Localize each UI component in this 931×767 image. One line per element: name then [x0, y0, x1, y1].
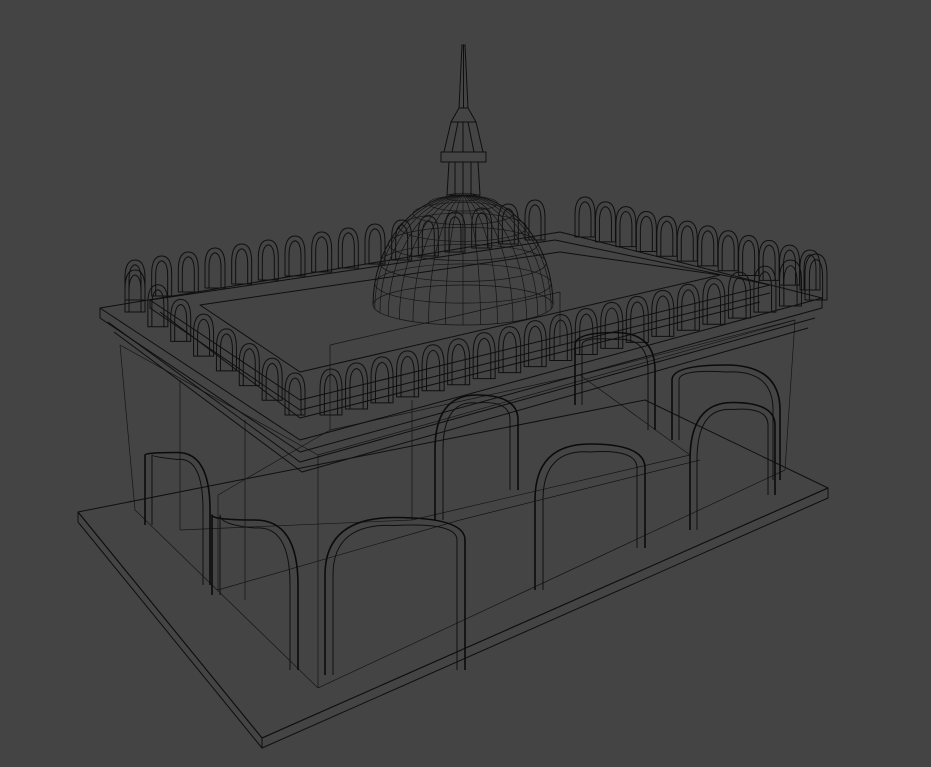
merlon	[676, 220, 698, 262]
merlon	[311, 231, 333, 273]
merlon-inner	[681, 289, 696, 331]
merlon-inner	[639, 215, 653, 252]
merlon-inner	[315, 236, 329, 272]
merlon-inner	[553, 319, 568, 361]
arch-frame	[542, 451, 638, 590]
merlon-inner	[742, 239, 756, 276]
merlon-inner	[578, 201, 592, 237]
merlon-inner	[598, 206, 612, 242]
merlon	[337, 227, 359, 269]
merlon-inner	[528, 204, 542, 240]
parapet-merlons	[124, 196, 828, 416]
merlon	[177, 251, 199, 293]
merlon-inner	[655, 295, 670, 337]
merlon	[574, 196, 596, 238]
arch-frame	[332, 524, 458, 675]
arch-frame	[581, 338, 649, 430]
dome-longitude	[462, 194, 527, 320]
merlon-inner	[701, 230, 715, 266]
merlon	[753, 265, 777, 313]
arcade-arches	[144, 331, 781, 675]
merlon-inner	[528, 325, 543, 367]
merlon	[151, 255, 173, 297]
central-dome	[372, 192, 554, 326]
wireframe-model	[77, 44, 829, 749]
merlon	[738, 235, 760, 277]
dome-finial	[440, 44, 487, 196]
merlon	[615, 206, 637, 248]
merlon	[231, 243, 253, 285]
merlon	[656, 215, 678, 257]
merlon	[778, 259, 802, 307]
merlon-inner	[128, 274, 142, 312]
merlon-inner	[288, 240, 302, 276]
merlon-inner	[197, 318, 211, 357]
merlon	[594, 201, 616, 243]
merlon	[702, 277, 726, 325]
merlon	[717, 230, 739, 272]
merlon-inner	[721, 235, 735, 271]
merlon	[697, 225, 719, 267]
arch-frame	[324, 516, 466, 675]
merlon	[124, 259, 146, 301]
merlon-inner	[261, 244, 275, 280]
arch-frame	[696, 408, 769, 530]
merlon-inner	[208, 252, 222, 288]
merlon	[549, 314, 573, 362]
merlon	[635, 210, 657, 252]
3d-viewport[interactable]	[0, 0, 931, 767]
merlon-inner	[660, 220, 674, 257]
merlon-inner	[619, 210, 633, 247]
merlon	[498, 326, 522, 374]
merlon-inner	[680, 225, 694, 262]
merlon-inner	[448, 216, 462, 252]
merlon	[257, 239, 279, 281]
arch-frame	[211, 514, 299, 670]
merlon-inner	[341, 232, 355, 268]
arch-frame	[151, 454, 204, 585]
merlon-inner	[706, 283, 721, 325]
merlon-inner	[368, 228, 382, 264]
merlon	[124, 269, 146, 313]
merlon-inner	[757, 271, 773, 313]
merlon-inner	[181, 256, 195, 292]
merlon-inner	[475, 212, 489, 248]
arch-frame	[219, 514, 291, 670]
merlon-inner	[235, 248, 249, 284]
merlon-inner	[604, 307, 619, 349]
merlon-inner	[732, 277, 747, 319]
merlon	[523, 320, 547, 368]
arch-frame	[442, 402, 511, 520]
arch-frame	[678, 370, 774, 480]
arch-frame	[144, 451, 211, 585]
merlon	[391, 219, 413, 261]
merlon	[284, 235, 306, 277]
merlon	[204, 247, 226, 289]
merlon	[444, 211, 466, 253]
arch-frame	[689, 401, 776, 530]
merlon	[261, 357, 283, 401]
base-plinth	[77, 399, 829, 749]
